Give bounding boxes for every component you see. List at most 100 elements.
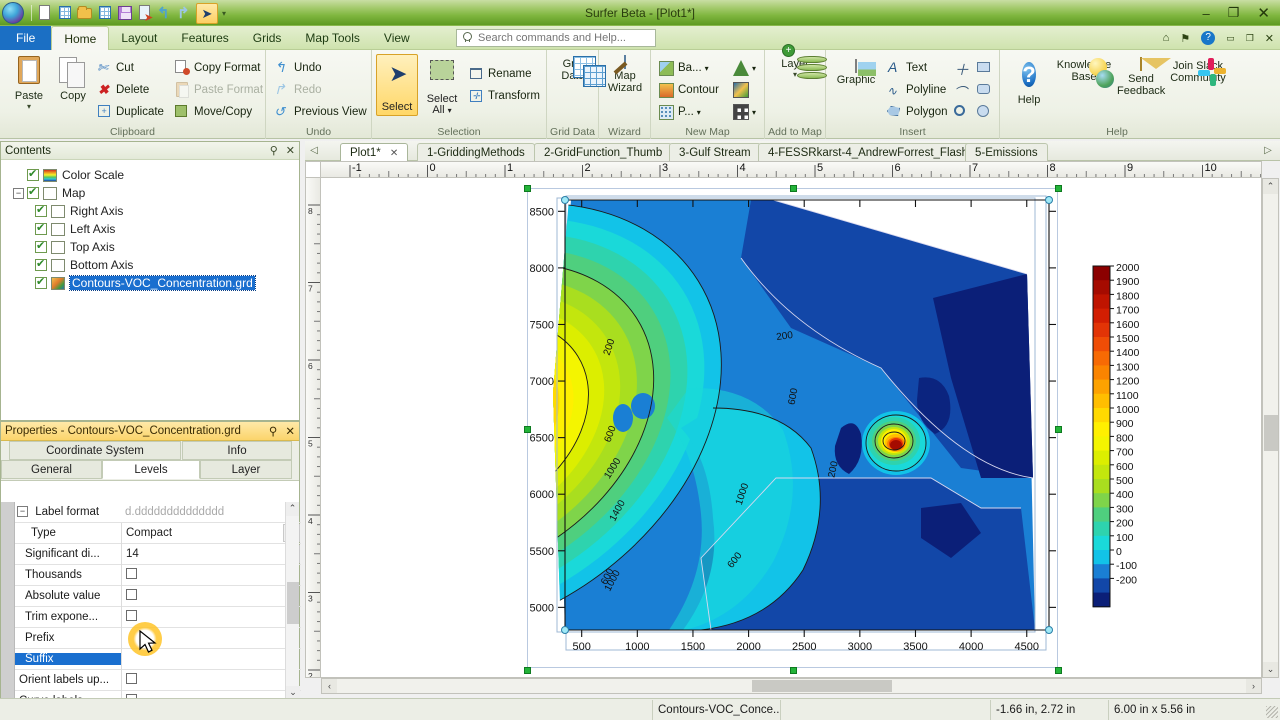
base-map-chevron-icon[interactable]: ▾ [705,64,709,73]
property-row-significant-digits[interactable]: Significant di... 14 ▲▼ [1,543,301,565]
close-doc-icon[interactable]: ✕ [1265,32,1274,45]
canvas-horizontal-scrollbar[interactable]: ‹ › [321,678,1262,694]
scroll-up-icon[interactable]: ⌃ [1263,179,1278,194]
post-map-chevron-icon[interactable]: ▾ [697,108,701,117]
delete-button[interactable]: ✖ Delete [96,80,149,100]
insert-rectangle-button[interactable] [976,58,996,78]
top-axis-checkbox[interactable] [35,239,47,253]
selection-handle-mr[interactable] [1055,426,1062,433]
map-checkbox[interactable] [27,185,39,199]
duplicate-button[interactable]: + Duplicate [96,102,164,122]
selection-handle-tl[interactable] [524,185,531,192]
insert-text-button[interactable]: A Text [886,58,927,78]
label-format-expander-icon[interactable]: − [17,506,28,518]
grid-data-button[interactable]: Grid Data [550,56,596,82]
vertical-scroll-thumb[interactable] [1264,415,1278,451]
trim-exponent-checkbox[interactable] [126,609,137,621]
ribbon-tab-view[interactable]: View [372,26,422,50]
doc-tab-emissions[interactable]: 5-Emissions [965,143,1048,161]
minimize-button[interactable]: – [1203,6,1210,21]
selection-handle-bc[interactable] [790,667,797,674]
scroll-left-icon[interactable]: ‹ [322,679,337,693]
ribbon-tab-file[interactable]: File [0,26,52,50]
paste-button[interactable]: Paste ▾ [6,56,52,111]
layer-button[interactable]: + Layer ▾ [772,44,827,79]
properties-scroll-thumb[interactable] [287,582,299,624]
insert-spiral-button[interactable] [952,102,972,122]
select-all-chevron-icon[interactable]: ▾ [448,106,452,115]
selection-handle-tr[interactable] [1055,185,1062,192]
tree-item-top-axis[interactable]: Top Axis [5,238,295,256]
redo-button[interactable]: ↱ Redo [274,80,322,100]
contours-layer-checkbox[interactable] [35,275,47,289]
ribbon-tab-layout[interactable]: Layout [109,26,169,50]
doc-tab-gulf-stream[interactable]: 3-Gulf Stream [669,143,761,161]
insert-polyline-button[interactable]: ∿ Polyline [886,80,946,100]
contour-map-graphic[interactable]: 500 1000 1500 2000 2500 3000 3500 4000 450050005… [321,178,1262,678]
property-row-absolute-value[interactable]: Absolute value [1,585,301,607]
properties-scrollbar[interactable]: ⌃ ⌄ [285,502,300,700]
tree-item-color-scale[interactable]: Color Scale [5,166,295,184]
graphic-button[interactable]: Graphic [830,59,882,86]
close-button[interactable]: ✕ [1257,4,1270,22]
help-icon[interactable]: ? [1201,31,1216,45]
doc-tab-gridding-methods[interactable]: 1-GriddingMethods [417,143,535,161]
property-row-type[interactable]: Type Compact ⌄ [1,522,301,544]
doc-tab-plot1-close-icon[interactable]: ✕ [390,148,398,159]
canvas-vertical-scrollbar[interactable]: ⌃ ⌄ [1262,178,1279,678]
tab-info[interactable]: Info [182,441,292,460]
selection-handle-bl[interactable] [524,667,531,674]
plot-canvas[interactable]: 500 1000 1500 2000 2500 3000 3500 4000 4500 5000 5… [321,178,1262,678]
ribbon-mini-toolbar[interactable]: ⌂ ⚑ ? ▭ ❐ ✕ [1163,29,1274,47]
tree-item-right-axis[interactable]: Right Axis [5,202,295,220]
contour-map-button[interactable]: Contour [659,80,719,100]
properties-pin-icon[interactable]: ⚲ [269,424,277,438]
search-input[interactable] [476,31,646,45]
previous-view-button[interactable]: ↺ Previous View [274,102,367,122]
insert-polygon-button[interactable]: Polygon [886,102,948,122]
selection-handle-tc[interactable] [790,185,797,192]
base-map-button[interactable]: Ba... ▾ [659,58,709,78]
search-box[interactable] [456,29,656,47]
minimize-ribbon-icon[interactable]: ▭ [1226,33,1235,44]
paste-menu-chevron-icon[interactable]: ▾ [6,102,52,111]
doc-tab-gridfunction-thumb[interactable]: 2-GridFunction_Thumb [534,143,673,161]
flag-icon[interactable]: ⚑ [1180,32,1190,45]
insert-plus-button[interactable]: ＋ [952,58,972,79]
map-expander-icon[interactable]: − [13,187,24,199]
scroll-down-icon[interactable]: ⌄ [1263,662,1278,677]
tab-levels[interactable]: Levels [102,460,200,479]
paste-format-button[interactable]: Paste Format [174,80,263,100]
select-button[interactable]: ➤ Select [376,54,418,116]
tree-item-contours-layer[interactable]: Contours-VOC_Concentration.grd [5,274,295,292]
rename-button[interactable]: Rename [468,64,531,84]
color-scale-checkbox[interactable] [27,167,39,181]
properties-grid[interactable]: − Label format d.dddddddddddddd Type Com… [1,502,301,700]
property-row-label-format[interactable]: − Label format d.dddddddddddddd [1,502,301,523]
doc-tabs-next-icon[interactable]: ▷ [1262,144,1274,158]
multi-map-button[interactable]: ▾ [733,102,756,122]
undo-button[interactable]: ↰ Undo [274,58,322,78]
tab-layer[interactable]: Layer [200,460,292,479]
cut-button[interactable]: ✄ Cut [96,58,134,78]
select-all-button[interactable]: Select All ▾ [420,54,464,116]
move-copy-button[interactable]: Move/Copy [174,102,252,122]
contents-pin-icon[interactable]: ⚲ [270,144,278,157]
bottom-axis-checkbox[interactable] [35,257,47,271]
tree-item-map[interactable]: − Map [5,184,295,202]
doc-tab-fessrkarst[interactable]: 4-FESSRkarst-4_AndrewForrest_Flash* [758,143,983,161]
property-row-orient-labels-up[interactable]: Orient labels up... [1,669,301,691]
post-map-button[interactable]: P... ▾ [659,102,701,122]
property-row-thousands[interactable]: Thousands [1,564,301,586]
insert-curve-button[interactable]: ⌒ [952,80,972,100]
absolute-value-checkbox[interactable] [126,588,137,600]
ribbon-tab-home[interactable]: Home [51,26,110,50]
surface-map-button[interactable]: ▾ [733,58,756,78]
surface-map-chevron-icon[interactable]: ▾ [752,64,756,73]
ribbon-tab-features[interactable]: Features [169,26,240,50]
join-slack-button[interactable]: Join Slack Community [1168,58,1228,86]
contents-tree[interactable]: Color Scale − Map Right Axis Left Axis [1,160,299,298]
left-axis-checkbox[interactable] [35,221,47,235]
image-map-button[interactable] [733,80,749,100]
doc-tab-plot1[interactable]: Plot1* ✕ [340,143,409,161]
